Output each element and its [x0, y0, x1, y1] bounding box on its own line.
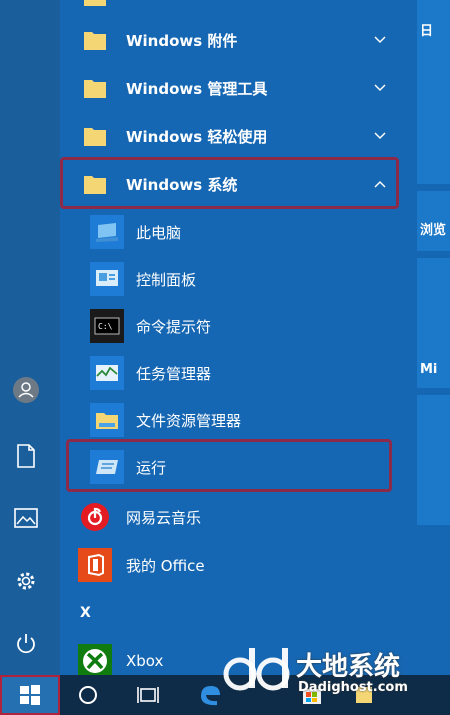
chevron-down-icon [372, 32, 388, 48]
xbox-icon [78, 644, 112, 678]
app-file-explorer[interactable]: 文件资源管理器 [88, 398, 388, 442]
app-command-prompt[interactable]: C:\ 命令提示符 [88, 304, 388, 348]
tile-calendar[interactable]: 日 [417, 0, 450, 184]
app-label: 文件资源管理器 [136, 411, 242, 430]
documents-button[interactable] [8, 438, 44, 474]
tile-label: Mi [420, 362, 438, 377]
tile-label: 日 [420, 24, 434, 39]
tiles-panel: 日 浏览 Mi [400, 0, 450, 675]
folder-windows-accessories[interactable]: Windows 附件 [76, 18, 388, 62]
user-icon [13, 377, 39, 403]
highlight-box-windows-system [60, 157, 399, 209]
app-my-office[interactable]: 我的 Office [76, 543, 388, 587]
app-label: 网易云音乐 [126, 508, 202, 527]
app-list: Windows 附件 Windows 管理工具 Windows 轻松使用 Win… [60, 0, 400, 678]
power-button[interactable] [8, 626, 44, 662]
folder-icon [78, 0, 112, 13]
control-panel-icon [90, 262, 124, 296]
svg-text:C:\: C:\ [98, 322, 113, 331]
cortana-button[interactable] [66, 675, 110, 715]
chevron-down-icon [372, 128, 388, 144]
tile-label: 浏览 [420, 223, 447, 238]
folder-label: Windows 管理工具 [126, 79, 268, 98]
office-icon [78, 548, 112, 582]
power-icon [17, 634, 35, 654]
settings-button[interactable] [8, 563, 44, 599]
app-control-panel[interactable]: 控制面板 [88, 257, 388, 301]
tile-browse[interactable]: 浏览 [417, 191, 450, 251]
watermark-title: 大地系统 [296, 652, 401, 682]
command-prompt-icon: C:\ [90, 309, 124, 343]
task-view-button[interactable] [126, 675, 170, 715]
task-view-icon [137, 687, 159, 703]
folder-label: Windows 轻松使用 [126, 127, 268, 146]
computer-icon [90, 215, 124, 249]
folder-icon [78, 119, 112, 153]
app-task-manager[interactable]: 任务管理器 [88, 351, 388, 395]
folder-icon [78, 71, 112, 105]
task-manager-icon [90, 356, 124, 390]
netease-music-icon [78, 500, 112, 534]
watermark-url: Dadighost.com [298, 680, 408, 695]
app-netease-music[interactable]: 网易云音乐 [76, 495, 388, 539]
app-label: 我的 Office [126, 556, 205, 575]
pictures-icon [14, 508, 38, 528]
cortana-circle-icon [79, 686, 97, 704]
app-this-pc[interactable]: 此电脑 [88, 210, 388, 254]
user-account-button[interactable] [8, 372, 44, 408]
chevron-down-icon [372, 80, 388, 96]
windows-logo-icon [20, 685, 40, 705]
start-menu-rail [0, 0, 60, 675]
folder-label: Windows 附件 [126, 31, 238, 50]
app-label: 命令提示符 [136, 317, 212, 336]
folder-row-partial[interactable] [76, 0, 388, 18]
app-label: 此电脑 [136, 223, 182, 242]
document-icon [17, 444, 35, 468]
watermark: 大地系统 Dadighost.com [218, 640, 450, 700]
app-label: Xbox [126, 652, 164, 670]
folder-icon [78, 23, 112, 57]
gear-icon [17, 572, 35, 590]
start-button[interactable] [0, 675, 60, 715]
section-letter-x[interactable]: X [80, 605, 91, 621]
app-label: 控制面板 [136, 270, 197, 289]
tile-blank[interactable] [417, 395, 450, 525]
highlight-box-run [66, 439, 392, 492]
file-explorer-icon [90, 403, 124, 437]
tile-mi[interactable]: Mi [417, 258, 450, 388]
folder-windows-admin-tools[interactable]: Windows 管理工具 [76, 66, 388, 110]
folder-windows-ease-of-access[interactable]: Windows 轻松使用 [76, 114, 388, 158]
app-label: 任务管理器 [136, 364, 212, 383]
pictures-button[interactable] [8, 500, 44, 536]
